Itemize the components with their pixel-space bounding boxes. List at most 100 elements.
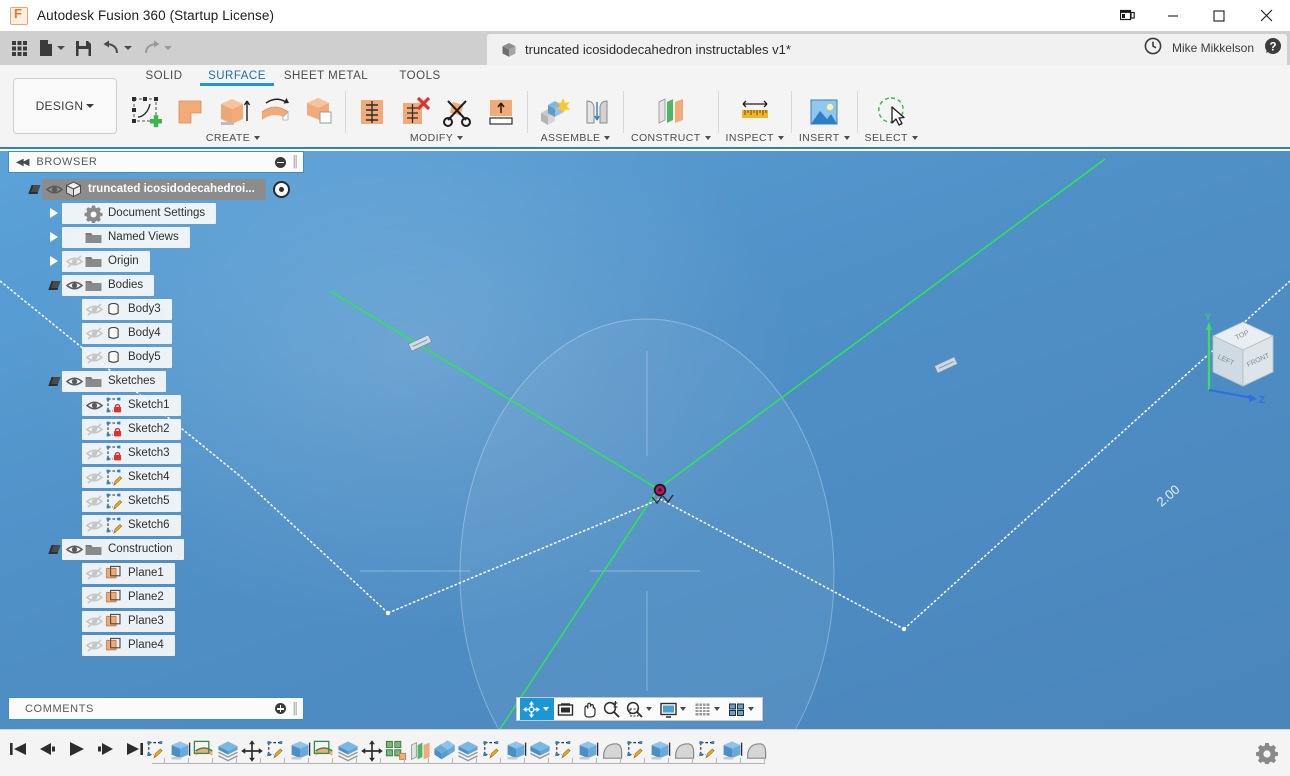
- tree-node[interactable]: Plane2: [8, 585, 304, 609]
- step-forward-icon[interactable]: [95, 739, 116, 763]
- tree-node-pill[interactable]: Body4: [82, 323, 172, 344]
- tree-node[interactable]: Plane1: [8, 561, 304, 585]
- user-name-label[interactable]: Mike Mikkelson: [1172, 41, 1254, 55]
- chevron-down-icon[interactable]: [543, 707, 549, 711]
- chevron-down-icon[interactable]: [748, 707, 754, 711]
- restore-down-icon[interactable]: [1104, 0, 1150, 31]
- tree-node-pill[interactable]: Body3: [82, 299, 172, 320]
- tree-node[interactable]: Body5: [8, 345, 304, 369]
- patch-icon[interactable]: [300, 93, 338, 131]
- panel-create-label[interactable]: CREATE: [206, 132, 260, 144]
- tree-node[interactable]: Sketch4: [8, 465, 304, 489]
- tree-node-pill[interactable]: Sketch2: [82, 419, 181, 440]
- tree-node-pill[interactable]: Sketches: [62, 371, 166, 392]
- minimize-icon[interactable]: [1150, 0, 1196, 31]
- display-settings-icon[interactable]: [657, 698, 691, 720]
- tree-node-pill[interactable]: Plane4: [82, 635, 175, 656]
- workspace-switcher[interactable]: DESIGN: [13, 78, 117, 134]
- grid-snap-icon[interactable]: [691, 698, 725, 720]
- collapse-left-icon[interactable]: ◀◀: [16, 157, 27, 168]
- tree-node[interactable]: Sketches: [8, 369, 304, 393]
- panel-assemble-label[interactable]: ASSEMBLE: [541, 132, 611, 144]
- twisty-open[interactable]: [46, 537, 62, 561]
- new-component-icon[interactable]: [535, 93, 573, 131]
- measure-icon[interactable]: [736, 93, 774, 131]
- tree-node-pill[interactable]: Sketch6: [82, 515, 181, 536]
- tree-node-pill[interactable]: Plane2: [82, 587, 175, 608]
- visibility-on-icon[interactable]: [65, 540, 84, 559]
- extrude-icon[interactable]: [171, 93, 209, 131]
- visibility-off-icon[interactable]: [85, 492, 104, 511]
- save-icon[interactable]: [71, 34, 96, 62]
- viewports-icon[interactable]: [725, 698, 759, 720]
- orbit-icon[interactable]: [520, 698, 554, 720]
- thicken-icon[interactable]: [353, 93, 391, 131]
- visibility-off-icon[interactable]: [85, 300, 104, 319]
- visibility-on-icon[interactable]: [65, 276, 84, 295]
- tree-node[interactable]: Plane3: [8, 609, 304, 633]
- panel-grip-icon[interactable]: ║: [291, 156, 299, 168]
- twisty-open[interactable]: [46, 369, 62, 393]
- visibility-off-icon[interactable]: [85, 612, 104, 631]
- activate-component-icon[interactable]: [273, 181, 290, 198]
- twisty-closed[interactable]: [46, 201, 62, 225]
- tree-node-pill[interactable]: Sketch1: [82, 395, 181, 416]
- visibility-off-icon[interactable]: [65, 252, 84, 271]
- panel-modify-label[interactable]: MODIFY: [410, 132, 463, 144]
- select-lasso-icon[interactable]: [872, 93, 910, 131]
- pan-icon[interactable]: [577, 698, 600, 720]
- insert-image-icon[interactable]: [805, 93, 843, 131]
- visibility-on-icon[interactable]: [45, 180, 64, 199]
- tree-node[interactable]: Named Views: [8, 225, 304, 249]
- visibility-off-icon[interactable]: [85, 468, 104, 487]
- offset-icon[interactable]: [482, 93, 520, 131]
- tree-node[interactable]: Body3: [8, 297, 304, 321]
- zoom-icon[interactable]: [600, 698, 623, 720]
- chevron-down-icon[interactable]: [57, 46, 65, 50]
- tree-node[interactable]: Body4: [8, 321, 304, 345]
- tree-node-pill[interactable]: Plane3: [82, 611, 175, 632]
- fit-view-icon[interactable]: [554, 698, 577, 720]
- go-to-beginning-icon[interactable]: [8, 739, 29, 763]
- tree-node[interactable]: Bodies: [8, 273, 304, 297]
- tree-node-pill[interactable]: truncated icosidodecahedroi...: [42, 179, 266, 200]
- maximize-icon[interactable]: [1196, 0, 1242, 31]
- add-comment-icon[interactable]: [275, 703, 286, 714]
- panel-construct-label[interactable]: CONSTRUCT: [631, 132, 711, 144]
- twisty-open[interactable]: [26, 177, 42, 201]
- visibility-off-icon[interactable]: [85, 444, 104, 463]
- tree-node[interactable]: Construction: [8, 537, 304, 561]
- tree-node[interactable]: Sketch5: [8, 489, 304, 513]
- twisty-open[interactable]: [46, 273, 62, 297]
- tab-sheet-metal[interactable]: SHEET METAL: [274, 68, 378, 86]
- go-to-end-icon[interactable]: [124, 739, 145, 763]
- tree-node-pill[interactable]: Body5: [82, 347, 172, 368]
- tree-node[interactable]: truncated icosidodecahedroi...: [8, 177, 304, 201]
- twisty-closed[interactable]: [46, 249, 62, 273]
- step-back-icon[interactable]: [37, 739, 58, 763]
- chevron-down-icon[interactable]: [714, 707, 720, 711]
- chevron-down-icon[interactable]: [680, 707, 686, 711]
- tab-surface[interactable]: SURFACE: [200, 68, 274, 86]
- tree-node-pill[interactable]: Named Views: [62, 227, 190, 248]
- chevron-down-icon[interactable]: [124, 46, 132, 50]
- tree-node[interactable]: Document Settings: [8, 201, 304, 225]
- tree-node-pill[interactable]: Plane1: [82, 563, 175, 584]
- close-icon[interactable]: [1242, 0, 1290, 31]
- visibility-off-icon[interactable]: [85, 564, 104, 583]
- tree-node[interactable]: Sketch2: [8, 417, 304, 441]
- new-document-icon[interactable]: [34, 34, 69, 62]
- create-sketch-icon[interactable]: [128, 93, 166, 131]
- zoom-window-icon[interactable]: [623, 698, 657, 720]
- tab-solid[interactable]: SOLID: [128, 68, 200, 86]
- tree-node[interactable]: Sketch3: [8, 441, 304, 465]
- tree-node-pill[interactable]: Document Settings: [62, 203, 216, 224]
- delete-face-icon[interactable]: [396, 93, 434, 131]
- tree-node-pill[interactable]: Sketch4: [82, 467, 181, 488]
- visibility-off-icon[interactable]: [85, 636, 104, 655]
- tree-node-pill[interactable]: Origin: [62, 251, 150, 272]
- extrude-surface-icon[interactable]: [214, 93, 252, 131]
- tab-tools[interactable]: TOOLS: [378, 68, 462, 86]
- visibility-on-icon[interactable]: [65, 372, 84, 391]
- app-grid-icon[interactable]: [7, 34, 32, 62]
